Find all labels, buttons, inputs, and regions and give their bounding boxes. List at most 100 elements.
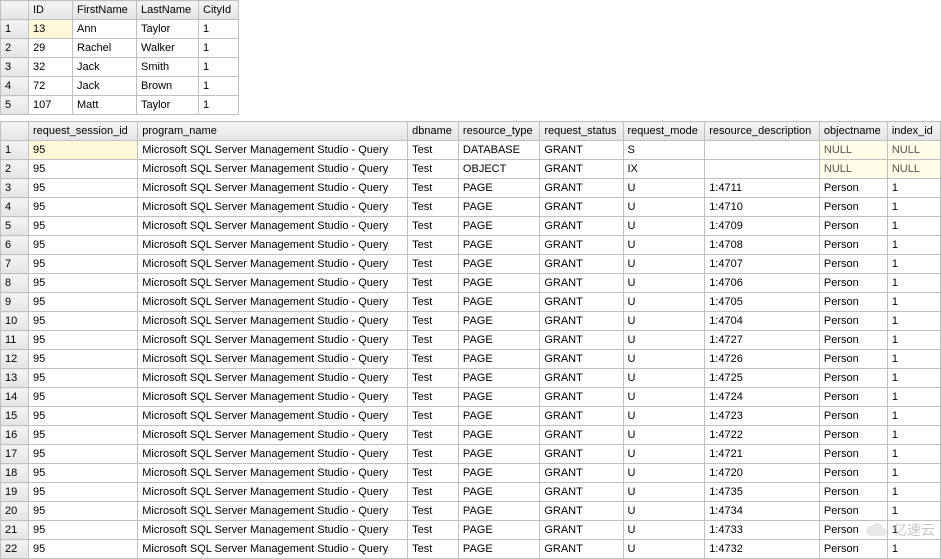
cell[interactable]: Microsoft SQL Server Management Studio -… <box>138 350 408 369</box>
cell[interactable]: PAGE <box>458 502 539 521</box>
table-row[interactable]: 1395Microsoft SQL Server Management Stud… <box>1 369 941 388</box>
cell[interactable]: U <box>623 274 705 293</box>
cell[interactable]: U <box>623 502 705 521</box>
cell[interactable]: U <box>623 369 705 388</box>
cell[interactable]: S <box>623 141 705 160</box>
cell[interactable]: NULL <box>887 141 940 160</box>
cell[interactable]: 95 <box>29 179 138 198</box>
cell[interactable]: Jack <box>73 58 137 77</box>
cell[interactable]: Test <box>408 369 459 388</box>
cell[interactable]: U <box>623 312 705 331</box>
cell[interactable]: 1 <box>887 255 940 274</box>
cell[interactable]: PAGE <box>458 407 539 426</box>
cell[interactable]: GRANT <box>540 179 623 198</box>
cell[interactable]: Test <box>408 293 459 312</box>
cell[interactable]: 1:4708 <box>705 236 820 255</box>
cell[interactable]: Rachel <box>73 39 137 58</box>
cell[interactable]: Microsoft SQL Server Management Studio -… <box>138 369 408 388</box>
cell[interactable]: Brown <box>137 77 199 96</box>
results-grid-bottom[interactable]: request_session_id program_name dbname r… <box>0 121 941 559</box>
cell[interactable]: U <box>623 350 705 369</box>
cell[interactable]: Smith <box>137 58 199 77</box>
cell[interactable]: Test <box>408 255 459 274</box>
cell[interactable]: Test <box>408 350 459 369</box>
cell[interactable]: GRANT <box>540 407 623 426</box>
cell[interactable]: GRANT <box>540 426 623 445</box>
cell[interactable]: Microsoft SQL Server Management Studio -… <box>138 407 408 426</box>
table-row[interactable]: 2195Microsoft SQL Server Management Stud… <box>1 521 941 540</box>
cell[interactable]: PAGE <box>458 350 539 369</box>
cell[interactable]: 1:4732 <box>705 540 820 559</box>
cell[interactable]: Microsoft SQL Server Management Studio -… <box>138 445 408 464</box>
cell[interactable]: U <box>623 255 705 274</box>
row-number[interactable]: 1 <box>1 141 29 160</box>
cell[interactable]: 107 <box>29 96 73 115</box>
cell[interactable]: Test <box>408 426 459 445</box>
cell[interactable]: Test <box>408 312 459 331</box>
table-row[interactable]: 5107MattTaylor1 <box>1 96 239 115</box>
col-header[interactable]: dbname <box>408 122 459 141</box>
row-number[interactable]: 2 <box>1 160 29 179</box>
cell[interactable]: 1:4710 <box>705 198 820 217</box>
cell[interactable]: 1:4727 <box>705 331 820 350</box>
cell[interactable]: Test <box>408 141 459 160</box>
cell[interactable]: Person <box>819 540 887 559</box>
table-row[interactable]: 1795Microsoft SQL Server Management Stud… <box>1 445 941 464</box>
cell[interactable]: Person <box>819 274 887 293</box>
col-header[interactable]: request_session_id <box>29 122 138 141</box>
row-number[interactable]: 10 <box>1 312 29 331</box>
cell[interactable]: Test <box>408 160 459 179</box>
col-header[interactable]: resource_type <box>458 122 539 141</box>
cell[interactable]: Microsoft SQL Server Management Studio -… <box>138 236 408 255</box>
cell[interactable]: GRANT <box>540 388 623 407</box>
cell[interactable]: Person <box>819 369 887 388</box>
cell[interactable]: 95 <box>29 198 138 217</box>
cell[interactable]: GRANT <box>540 312 623 331</box>
cell[interactable]: PAGE <box>458 483 539 502</box>
col-header[interactable]: program_name <box>138 122 408 141</box>
cell[interactable]: 1:4706 <box>705 274 820 293</box>
cell[interactable]: 1 <box>887 540 940 559</box>
cell[interactable]: Microsoft SQL Server Management Studio -… <box>138 388 408 407</box>
cell[interactable]: 95 <box>29 483 138 502</box>
table-row[interactable]: 495Microsoft SQL Server Management Studi… <box>1 198 941 217</box>
cell[interactable]: PAGE <box>458 312 539 331</box>
cell[interactable]: 1 <box>199 96 239 115</box>
cell[interactable]: Person <box>819 407 887 426</box>
cell[interactable]: PAGE <box>458 331 539 350</box>
cell[interactable]: 1 <box>887 502 940 521</box>
col-header[interactable]: request_mode <box>623 122 705 141</box>
cell[interactable]: 1 <box>887 236 940 255</box>
cell[interactable]: 95 <box>29 464 138 483</box>
cell[interactable]: 1:4726 <box>705 350 820 369</box>
row-number[interactable]: 14 <box>1 388 29 407</box>
cell[interactable]: Ann <box>73 20 137 39</box>
cell[interactable]: 1:4734 <box>705 502 820 521</box>
cell[interactable]: DATABASE <box>458 141 539 160</box>
table-row[interactable]: 332JackSmith1 <box>1 58 239 77</box>
row-header-corner[interactable] <box>1 1 29 20</box>
cell[interactable] <box>705 160 820 179</box>
cell[interactable]: Test <box>408 445 459 464</box>
cell[interactable]: Person <box>819 331 887 350</box>
cell[interactable]: GRANT <box>540 350 623 369</box>
cell[interactable]: 95 <box>29 540 138 559</box>
cell[interactable]: 1 <box>199 58 239 77</box>
cell[interactable]: PAGE <box>458 274 539 293</box>
cell[interactable]: Microsoft SQL Server Management Studio -… <box>138 217 408 236</box>
row-number[interactable]: 1 <box>1 20 29 39</box>
row-number[interactable]: 7 <box>1 255 29 274</box>
cell[interactable]: Test <box>408 407 459 426</box>
cell[interactable]: PAGE <box>458 445 539 464</box>
cell[interactable]: Microsoft SQL Server Management Studio -… <box>138 274 408 293</box>
table-row[interactable]: 1595Microsoft SQL Server Management Stud… <box>1 407 941 426</box>
row-number[interactable]: 4 <box>1 77 29 96</box>
cell[interactable]: 95 <box>29 331 138 350</box>
row-number[interactable]: 4 <box>1 198 29 217</box>
col-header[interactable]: FirstName <box>73 1 137 20</box>
cell[interactable]: 1:4707 <box>705 255 820 274</box>
cell[interactable]: Walker <box>137 39 199 58</box>
table-row[interactable]: 2095Microsoft SQL Server Management Stud… <box>1 502 941 521</box>
cell[interactable]: 95 <box>29 407 138 426</box>
cell[interactable]: U <box>623 388 705 407</box>
